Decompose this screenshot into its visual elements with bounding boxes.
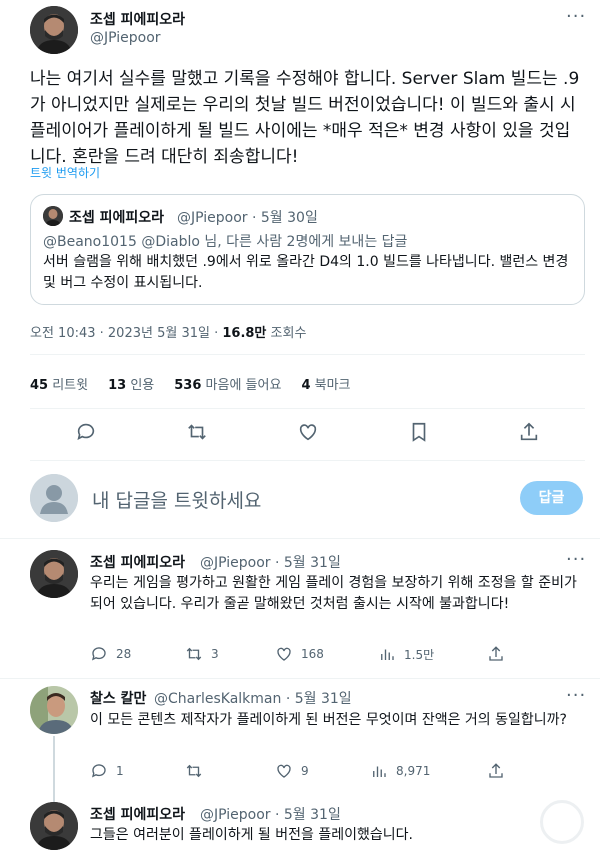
reply-count: 1: [116, 764, 124, 778]
divider: [0, 678, 600, 679]
reply-action[interactable]: 1: [90, 762, 124, 780]
reply-author-name[interactable]: 조셉 피에피오라: [90, 804, 185, 824]
reply-icon[interactable]: [75, 421, 97, 447]
quoted-replying-to: @Beano1015 @Diablo 님, 다른 사람 2명에게 보내는 답글: [43, 234, 408, 250]
bookmarks-stat[interactable]: 4 북마크: [301, 374, 350, 393]
analytics-icon: [373, 766, 386, 777]
more-options-icon[interactable]: ···: [566, 8, 586, 26]
avatar-image: [30, 686, 78, 734]
view-count: 16.8만: [222, 326, 267, 341]
view-count-label: 조회수: [266, 326, 307, 341]
my-avatar: [30, 474, 78, 522]
retweet-icon[interactable]: [186, 421, 208, 447]
like-count: 168: [301, 647, 324, 661]
retweets-stat[interactable]: 45 리트윗: [30, 374, 88, 393]
quotes-stat[interactable]: 13 인용: [108, 374, 154, 393]
view-count: 8,971: [396, 764, 431, 778]
reply-author-name[interactable]: 찰스 칼만: [90, 688, 146, 708]
like-count: 9: [301, 764, 309, 778]
thread-line: [53, 736, 55, 802]
retweet-icon: [186, 764, 202, 778]
reply-text: 이 모든 콘텐츠 제작자가 플레이하게 된 버전은 무엇이며 잔액은 거의 동일…: [90, 712, 567, 728]
tweet-stats: 45 리트윗 13 인용 536 마음에 들어요 4 북마크: [30, 374, 351, 393]
tweet-timestamp[interactable]: 오전 10:43 · 2023년 5월 31일 ·: [30, 326, 222, 341]
reply-icon: [91, 647, 106, 661]
reply-author-name[interactable]: 조셉 피에피오라: [90, 552, 185, 572]
retweet-icon: [186, 647, 202, 661]
bookmark-icon[interactable]: [408, 421, 430, 447]
retweet-action[interactable]: 3: [185, 645, 219, 663]
watermark-logo-icon: [540, 800, 584, 844]
reply-handle-date[interactable]: @JPiepoor · 5월 31일: [200, 552, 341, 572]
reply-icon: [91, 764, 106, 778]
quoted-author-name: 조셉 피에피오라: [69, 210, 165, 226]
more-options-icon[interactable]: ···: [566, 551, 586, 569]
likes-stat[interactable]: 536 마음에 들어요: [174, 374, 281, 393]
tweet-meta: 오전 10:43 · 2023년 5월 31일 · 16.8만 조회수: [30, 322, 306, 341]
tweet-text: 나는 여기서 실수를 말했고 기록을 수정해야 합니다. Server Slam…: [30, 69, 580, 167]
share-icon: [489, 646, 503, 661]
divider: [30, 408, 585, 409]
divider: [30, 354, 585, 355]
reply-author-avatar[interactable]: [30, 550, 78, 598]
avatar-image: [30, 6, 78, 54]
reply-text: 우리는 게임을 평가하고 원활한 게임 플레이 경험을 보장하기 위해 조정을 …: [90, 575, 577, 612]
like-icon: [277, 647, 291, 661]
author-name[interactable]: 조셉 피에피오라: [90, 9, 185, 29]
share-action[interactable]: [487, 645, 505, 663]
share-icon: [489, 763, 503, 778]
like-icon[interactable]: [297, 421, 319, 447]
like-action[interactable]: 168: [275, 645, 324, 663]
author-avatar[interactable]: [30, 6, 78, 54]
avatar-image: [43, 206, 63, 226]
reply-handle-date[interactable]: @JPiepoor · 5월 31일: [200, 804, 341, 824]
reply-count: 28: [116, 647, 132, 661]
quoted-tweet-text: 서버 슬램을 위해 배치했던 .9에서 위로 올라간 D4의 1.0 빌드를 나…: [43, 254, 569, 291]
quoted-tweet[interactable]: 조셉 피에피오라 @JPiepoor · 5월 30일 @Beano1015 @…: [30, 194, 585, 305]
reply-author-avatar[interactable]: [30, 802, 78, 850]
reply-text: 그들은 여러분이 플레이하게 될 버전을 플레이했습니다.: [90, 827, 413, 843]
view-count: 1.5만: [404, 647, 435, 662]
reply-input[interactable]: 내 답글을 트윗하세요: [92, 486, 261, 513]
share-action[interactable]: [487, 762, 505, 780]
quoted-author-avatar: [43, 206, 63, 226]
reply-action[interactable]: 28: [90, 645, 131, 663]
retweet-action[interactable]: [185, 762, 203, 780]
divider: [0, 538, 600, 539]
default-user-icon: [30, 474, 78, 522]
like-icon: [277, 764, 291, 778]
share-icon[interactable]: [518, 421, 540, 447]
like-action[interactable]: 9: [275, 762, 309, 780]
reply-handle-date[interactable]: @CharlesKalkman · 5월 31일: [154, 688, 352, 708]
reply-author-avatar[interactable]: [30, 686, 78, 734]
author-handle[interactable]: @JPiepoor: [90, 30, 161, 46]
analytics-icon: [381, 649, 394, 660]
reply-button[interactable]: 답글: [520, 481, 583, 515]
avatar-image: [30, 550, 78, 598]
views-action[interactable]: 1.5만: [378, 645, 434, 663]
divider: [30, 460, 585, 461]
views-action[interactable]: 8,971: [370, 762, 430, 780]
more-options-icon[interactable]: ···: [566, 687, 586, 705]
retweet-count: 3: [211, 647, 219, 661]
translate-tweet-link[interactable]: 트윗 번역하기: [30, 164, 100, 181]
quoted-handle-date: @JPiepoor · 5월 30일: [177, 210, 318, 226]
avatar-image: [30, 802, 78, 850]
